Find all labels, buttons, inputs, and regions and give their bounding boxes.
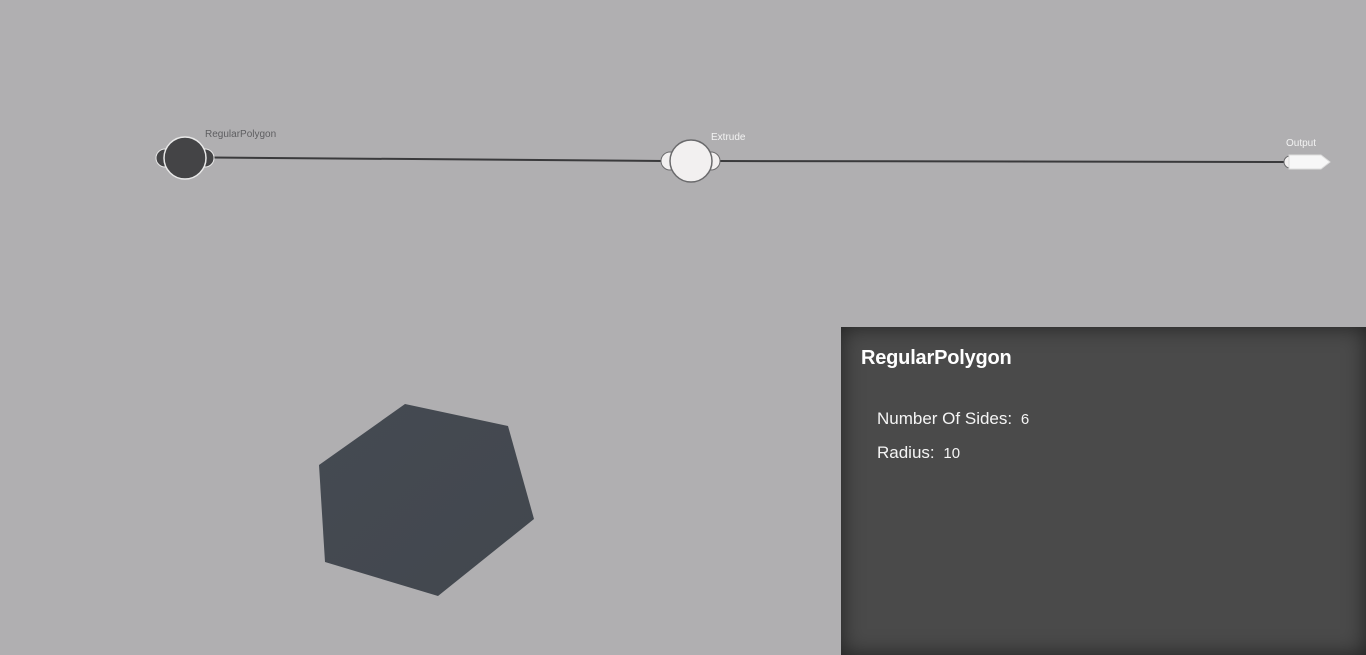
node-output[interactable] xyxy=(1283,154,1331,170)
wire-regularpolygon-to-extrude[interactable] xyxy=(211,156,665,162)
param-number-of-sides-value[interactable]: 6 xyxy=(1021,411,1029,428)
node-graph[interactable] xyxy=(0,0,1366,330)
node-regularpolygon-label: RegularPolygon xyxy=(205,129,277,140)
node-extrude[interactable] xyxy=(660,139,721,183)
node-extrude-label: Extrude xyxy=(711,132,746,143)
node-regularpolygon-body[interactable] xyxy=(163,136,207,180)
param-radius-value[interactable]: 10 xyxy=(943,445,960,462)
param-number-of-sides[interactable]: Number Of Sides: 6 xyxy=(877,409,1029,429)
properties-panel: RegularPolygon Number Of Sides: 6 Radius… xyxy=(841,327,1366,655)
param-number-of-sides-label: Number Of Sides: xyxy=(877,409,1013,428)
app-canvas: RegularPolygon Extrude Output RegularPol… xyxy=(0,0,1366,655)
node-regularpolygon[interactable] xyxy=(155,136,215,180)
panel-title: RegularPolygon xyxy=(861,347,1012,369)
node-extrude-body[interactable] xyxy=(669,139,713,183)
hexagon-shape[interactable] xyxy=(319,404,534,596)
node-output-label: Output xyxy=(1286,138,1317,149)
param-radius[interactable]: Radius: 10 xyxy=(877,443,960,463)
3d-viewport[interactable] xyxy=(0,330,841,655)
node-output-body[interactable] xyxy=(1288,154,1331,170)
param-radius-label: Radius: xyxy=(877,443,935,462)
wire-extrude-to-output[interactable] xyxy=(717,160,1287,163)
